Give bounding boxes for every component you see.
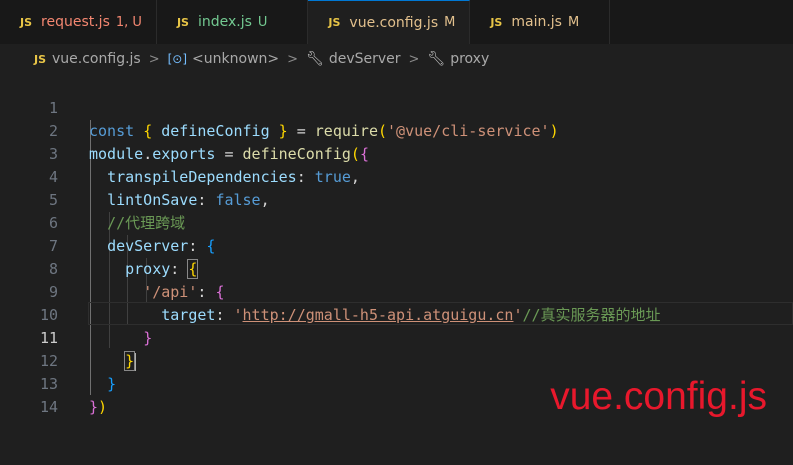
breadcrumb-unknown[interactable]: [⊙] <unknown> <box>168 51 280 67</box>
code-line: 13 }) <box>0 350 793 416</box>
code-line: 2 module.exports = defineConfig({ <box>0 97 793 163</box>
javascript-file-icon: JS <box>328 16 341 29</box>
tab-main-js[interactable]: JS main.js M <box>470 0 611 44</box>
chevron-right-icon: > <box>287 51 299 67</box>
tab-label: main.js <box>511 14 562 30</box>
code-line: 9 target: 'http://gmall-h5-api.atguigu.c… <box>0 258 793 324</box>
code-line: 5 //代理跨域 <box>0 166 793 232</box>
tab-status-badge: M <box>444 15 456 30</box>
code-line: 11 } <box>0 304 793 371</box>
code-line: 1 const { defineConfig } = require('@vue… <box>0 74 793 140</box>
breadcrumb-unknown-label: <unknown> <box>192 51 280 67</box>
javascript-file-icon: JS <box>20 15 33 29</box>
breadcrumb-file-label: vue.config.js <box>52 51 141 67</box>
watermark-caption: vue.config.js <box>550 375 767 418</box>
tab-status-badge: U <box>257 14 268 30</box>
code-line: 4 lintOnSave: false, <box>0 143 793 209</box>
breadcrumb: JS vue.config.js > [⊙] <unknown> > 🔧︎ de… <box>0 48 793 70</box>
code-line: 3 transpileDependencies: true, <box>0 120 793 186</box>
wrench-property-icon: 🔧︎ <box>306 51 324 67</box>
breadcrumb-devserver[interactable]: 🔧︎ devServer <box>306 51 400 67</box>
code-line: 10 } <box>0 281 793 347</box>
code-line: 7 proxy: { <box>0 212 793 279</box>
tab-status-badge: 1, U <box>115 14 142 30</box>
breadcrumb-devserver-label: devServer <box>328 51 401 67</box>
code-text: }) <box>89 398 108 416</box>
tab-label: request.js <box>41 14 110 30</box>
chevron-right-icon: > <box>148 51 160 67</box>
tab-label: index.js <box>197 14 252 30</box>
javascript-file-icon: JS <box>176 15 189 29</box>
code-line: 8 '/api': { <box>0 235 793 301</box>
tab-request-js[interactable]: JS request.js 1, U <box>0 0 157 44</box>
javascript-file-icon: JS <box>490 15 503 29</box>
line-number: 14 <box>39 398 58 416</box>
code-line: 6 devServer: { <box>0 189 793 255</box>
editor-tabs: JS request.js 1, U JS index.js U JS vue.… <box>0 0 793 44</box>
code-line: 12 } <box>0 327 793 393</box>
tab-status-badge: M <box>567 14 580 30</box>
javascript-file-icon: JS <box>34 52 47 66</box>
object-symbol-icon: [⊙] <box>167 52 188 66</box>
breadcrumb-proxy-label: proxy <box>450 51 490 67</box>
tab-label: vue.config.js <box>349 14 439 31</box>
tab-index-js[interactable]: JS index.js U <box>157 0 309 44</box>
breadcrumb-file[interactable]: JS vue.config.js <box>34 51 141 67</box>
wrench-property-icon: 🔧︎ <box>427 51 446 67</box>
breadcrumb-proxy[interactable]: 🔧︎ proxy <box>427 51 489 67</box>
chevron-right-icon: > <box>408 51 420 67</box>
tab-vue-config-js[interactable]: JS vue.config.js M <box>308 0 471 44</box>
